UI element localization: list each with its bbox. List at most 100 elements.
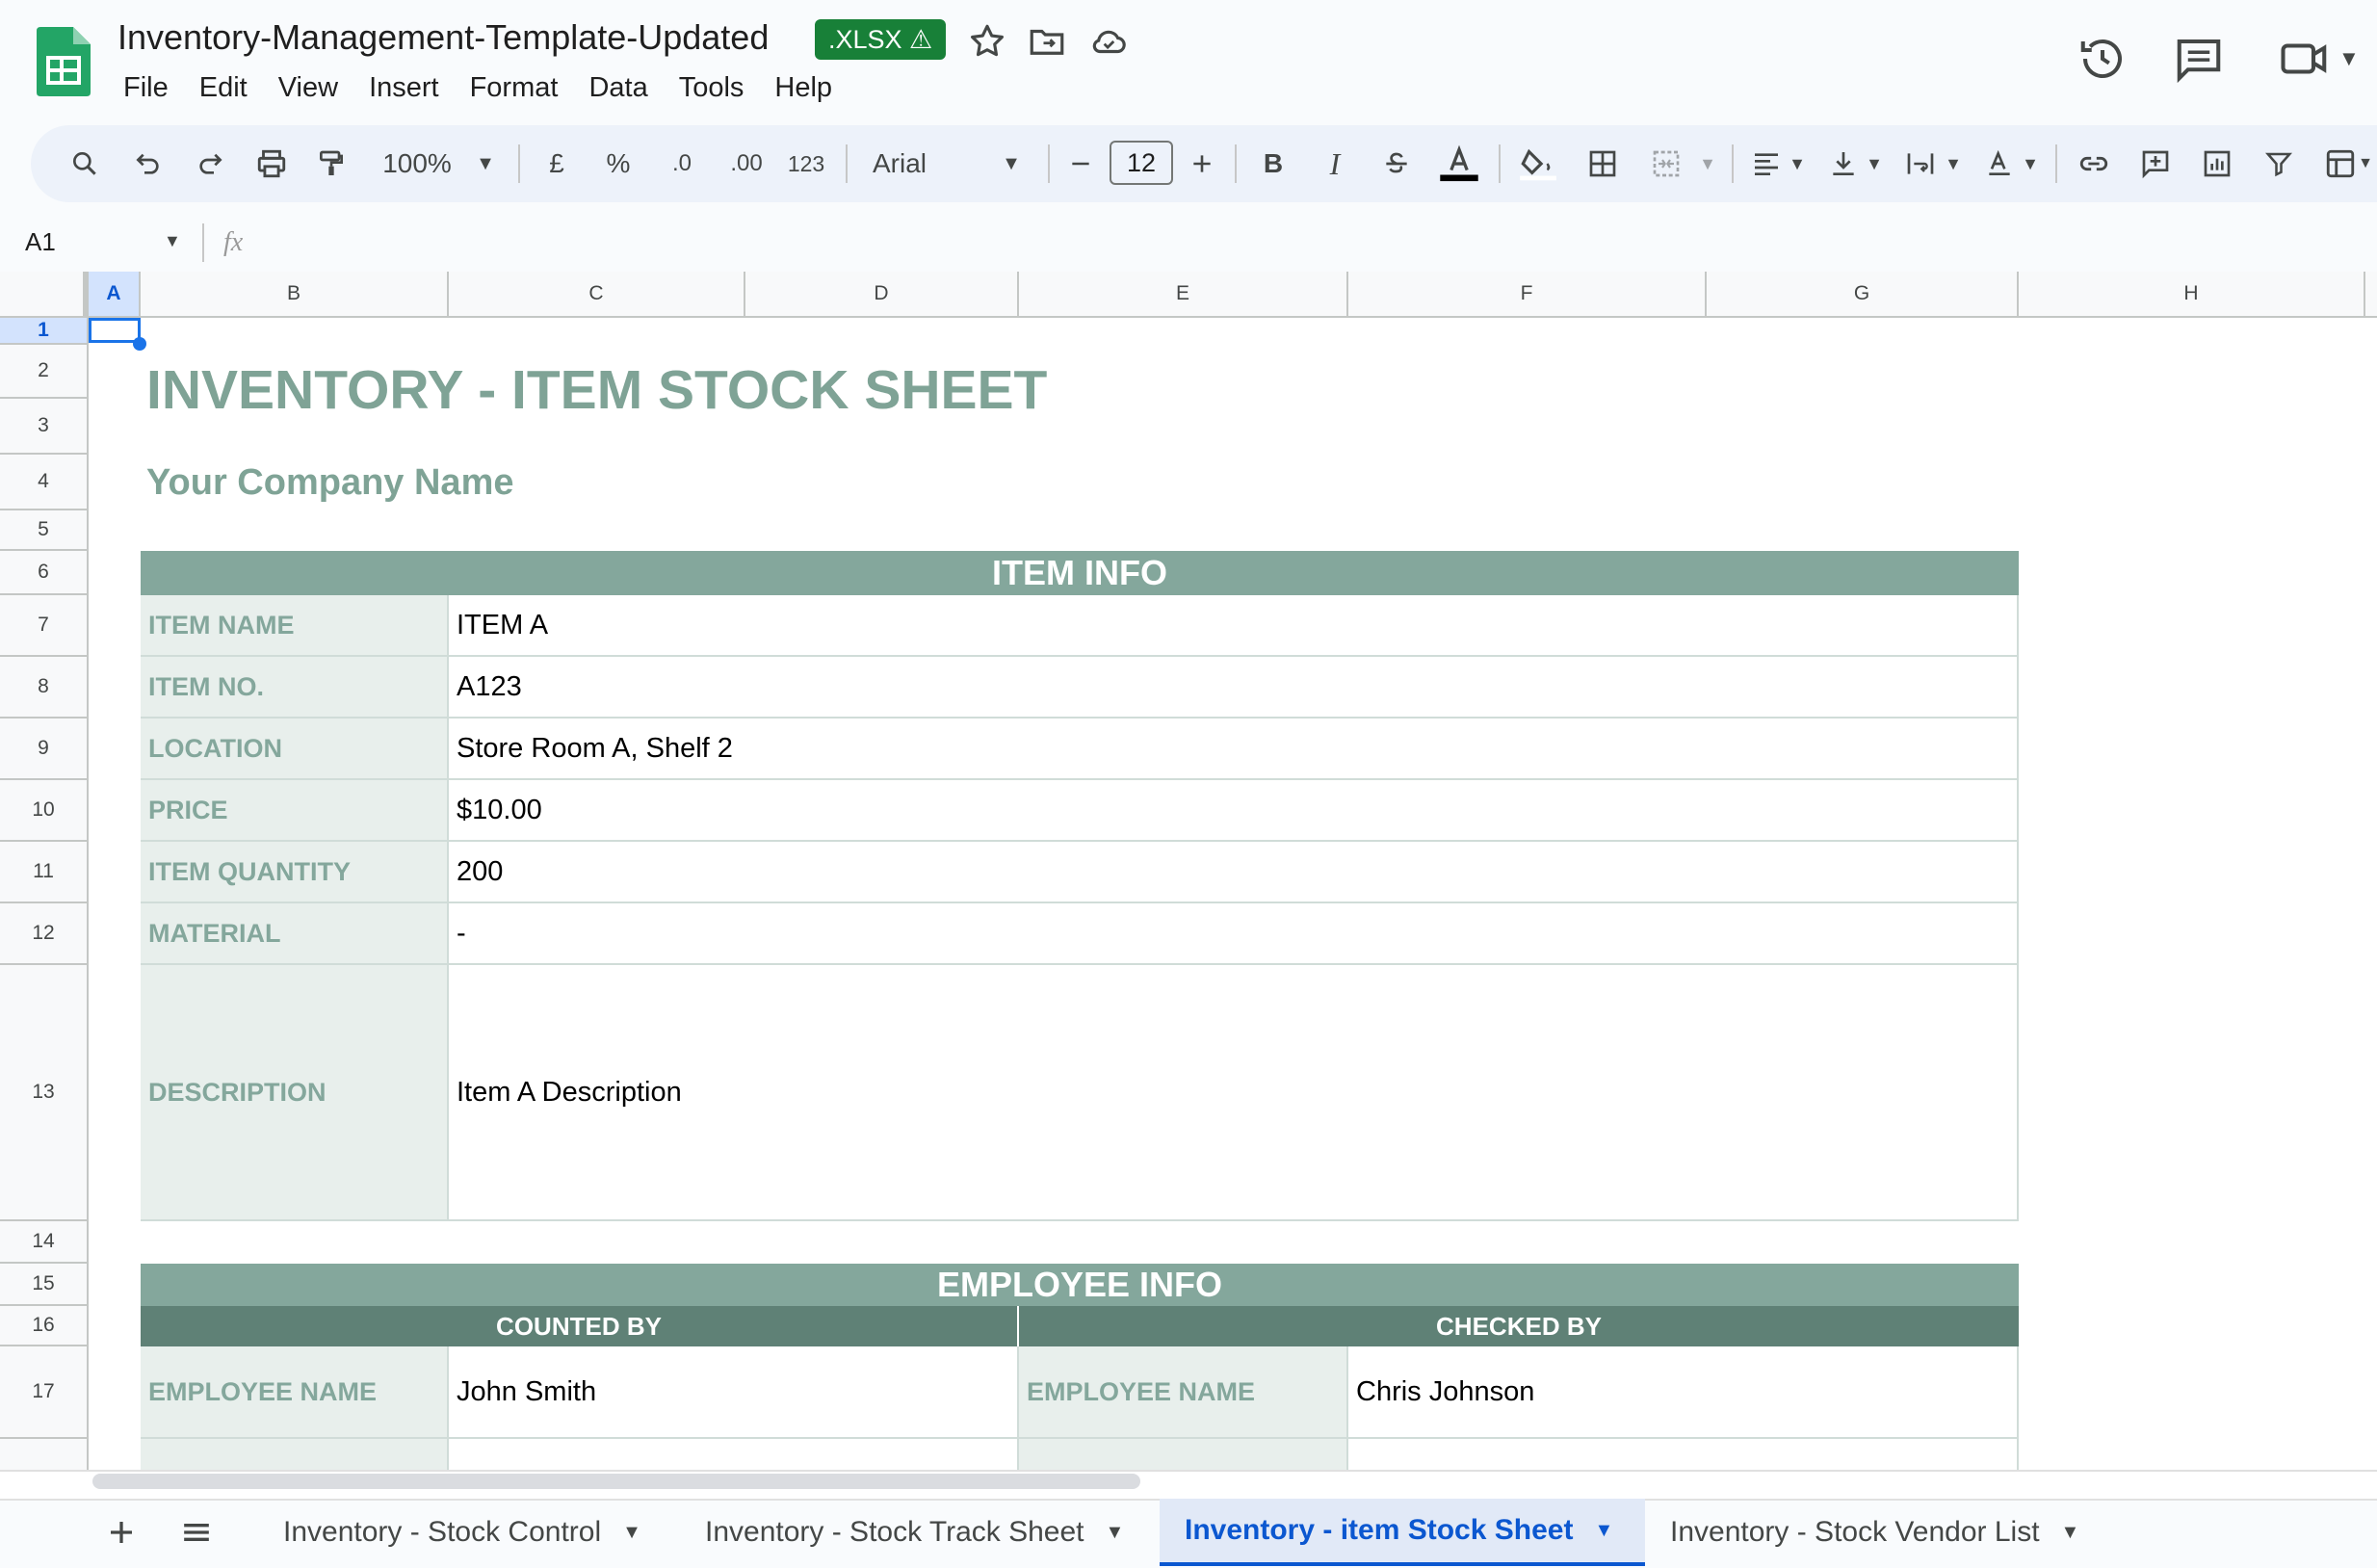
description-label[interactable]: DESCRIPTION xyxy=(141,965,449,1221)
menu-file[interactable]: File xyxy=(108,67,184,108)
tab-dropdown-icon[interactable]: ▼ xyxy=(1594,1520,1613,1542)
print-icon[interactable] xyxy=(250,141,293,187)
location-value[interactable]: Store Room A, Shelf 2 xyxy=(449,719,2019,780)
item-name-label[interactable]: ITEM NAME xyxy=(141,595,449,657)
description-value[interactable]: Item A Description xyxy=(449,965,2019,1221)
menu-tools[interactable]: Tools xyxy=(664,67,760,108)
cloud-status-icon[interactable] xyxy=(1088,21,1129,62)
row-header-4[interactable]: 4 xyxy=(0,455,89,510)
name-box[interactable]: A1 xyxy=(25,227,56,257)
item-name-value[interactable]: ITEM A xyxy=(449,595,2019,657)
sheet-tab-stock-control[interactable]: Inventory - Stock Control ▼ xyxy=(258,1499,672,1566)
counted-by-header[interactable]: COUNTED BY xyxy=(141,1306,1019,1346)
price-label[interactable]: PRICE xyxy=(141,780,449,842)
row-header-12[interactable]: 12 xyxy=(0,903,89,965)
merge-dropdown-icon[interactable]: ▼ xyxy=(1695,141,1720,187)
material-label[interactable]: MATERIAL xyxy=(141,903,449,965)
vertical-align-icon[interactable] xyxy=(1822,141,1865,187)
next-row-value-2[interactable] xyxy=(1348,1439,2019,1470)
fill-color-icon[interactable] xyxy=(1514,141,1562,187)
counted-employee-name-value[interactable]: John Smith xyxy=(449,1346,1019,1439)
checked-employee-name-value[interactable]: Chris Johnson xyxy=(1348,1346,2019,1439)
item-quantity-label[interactable]: ITEM QUANTITY xyxy=(141,842,449,903)
column-header-h[interactable]: H xyxy=(2019,272,2365,318)
column-header-b[interactable]: B xyxy=(141,272,449,318)
column-header-e[interactable]: E xyxy=(1019,272,1348,318)
undo-icon[interactable] xyxy=(127,141,170,187)
row-header-8[interactable]: 8 xyxy=(0,657,89,719)
insert-comment-icon[interactable] xyxy=(2134,141,2177,187)
halign-dropdown-icon[interactable]: ▼ xyxy=(1786,141,1809,187)
next-row-value[interactable] xyxy=(449,1439,1019,1470)
paint-format-icon[interactable] xyxy=(310,141,353,187)
wrap-dropdown-icon[interactable]: ▼ xyxy=(1942,141,1965,187)
format-percent-button[interactable]: % xyxy=(601,141,636,187)
tab-dropdown-icon[interactable]: ▼ xyxy=(622,1522,641,1544)
font-size-input[interactable]: 12 xyxy=(1110,141,1173,185)
counted-employee-name-label[interactable]: EMPLOYEE NAME xyxy=(141,1346,449,1439)
checked-by-header[interactable]: CHECKED BY xyxy=(1019,1306,2019,1346)
redo-icon[interactable] xyxy=(189,141,231,187)
column-header-g[interactable]: G xyxy=(1707,272,2019,318)
row-header-3[interactable]: 3 xyxy=(0,399,89,455)
column-header-next[interactable] xyxy=(2365,272,2377,318)
filter-icon[interactable] xyxy=(2258,141,2300,187)
menu-insert[interactable]: Insert xyxy=(353,67,455,108)
row-header-15[interactable]: 15 xyxy=(0,1264,89,1306)
name-box-dropdown-icon[interactable]: ▼ xyxy=(164,231,181,251)
tab-dropdown-icon[interactable]: ▼ xyxy=(2061,1522,2080,1544)
meet-dropdown-icon[interactable]: ▼ xyxy=(2338,46,2360,71)
row-header-6[interactable]: 6 xyxy=(0,551,89,595)
row-header-11[interactable]: 11 xyxy=(0,842,89,903)
decrease-font-size-icon[interactable] xyxy=(1063,141,1098,187)
menu-view[interactable]: View xyxy=(263,67,353,108)
item-no-value[interactable]: A123 xyxy=(449,657,2019,719)
rotation-dropdown-icon[interactable]: ▼ xyxy=(2019,141,2042,187)
zoom-select[interactable]: 100% xyxy=(376,141,458,187)
next-row-label-2[interactable] xyxy=(1019,1439,1348,1470)
search-menus-icon[interactable] xyxy=(64,141,106,187)
sheet-tab-stock-vendor-list[interactable]: Inventory - Stock Vendor List ▼ xyxy=(1645,1499,2123,1566)
font-family-select[interactable]: Arial xyxy=(873,141,988,187)
row-header-18[interactable] xyxy=(0,1439,89,1470)
horizontal-scrollbar[interactable] xyxy=(92,1474,1140,1489)
sheet-tab-item-stock-sheet[interactable]: Inventory - item Stock Sheet ▼ xyxy=(1160,1499,1645,1566)
column-header-f[interactable]: F xyxy=(1348,272,1707,318)
select-all-corner[interactable] xyxy=(0,272,89,318)
formula-input[interactable] xyxy=(270,220,2369,264)
star-icon[interactable] xyxy=(967,21,1007,62)
column-header-a[interactable]: A xyxy=(89,272,141,318)
company-name[interactable]: Your Company Name xyxy=(146,462,513,504)
row-header-7[interactable]: 7 xyxy=(0,595,89,657)
checked-employee-name-label[interactable]: EMPLOYEE NAME xyxy=(1019,1346,1348,1439)
row-header-1[interactable]: 1 xyxy=(0,318,89,345)
column-header-d[interactable]: D xyxy=(745,272,1019,318)
valign-dropdown-icon[interactable]: ▼ xyxy=(1863,141,1886,187)
row-header-10[interactable]: 10 xyxy=(0,780,89,842)
insert-link-icon[interactable] xyxy=(2073,141,2115,187)
format-currency-button[interactable]: £ xyxy=(539,141,574,187)
location-label[interactable]: LOCATION xyxy=(141,719,449,780)
row-header-2[interactable]: 2 xyxy=(0,345,89,399)
material-value[interactable]: - xyxy=(449,903,2019,965)
merge-cells-icon[interactable] xyxy=(1645,141,1687,187)
increase-font-size-icon[interactable] xyxy=(1185,141,1219,187)
bold-button[interactable]: B xyxy=(1254,141,1293,187)
employee-info-header[interactable]: EMPLOYEE INFO xyxy=(141,1264,2019,1306)
move-folder-icon[interactable] xyxy=(1027,21,1067,62)
comments-icon[interactable] xyxy=(2173,33,2225,85)
row-header-16[interactable]: 16 xyxy=(0,1306,89,1346)
sheet-title[interactable]: INVENTORY - ITEM STOCK SHEET xyxy=(146,358,1047,422)
next-row-label[interactable] xyxy=(141,1439,449,1470)
row-header-13[interactable]: 13 xyxy=(0,965,89,1221)
italic-button[interactable]: I xyxy=(1316,141,1354,187)
font-dropdown-icon[interactable]: ▼ xyxy=(998,141,1025,187)
menu-help[interactable]: Help xyxy=(759,67,848,108)
insert-chart-icon[interactable] xyxy=(2196,141,2238,187)
add-sheet-icon[interactable] xyxy=(100,1508,143,1556)
item-info-header[interactable]: ITEM INFO xyxy=(141,551,2019,595)
sheet-tab-stock-track-sheet[interactable]: Inventory - Stock Track Sheet ▼ xyxy=(680,1499,1156,1566)
menu-format[interactable]: Format xyxy=(455,67,574,108)
horizontal-align-icon[interactable] xyxy=(1745,141,1788,187)
menu-edit[interactable]: Edit xyxy=(184,67,263,108)
